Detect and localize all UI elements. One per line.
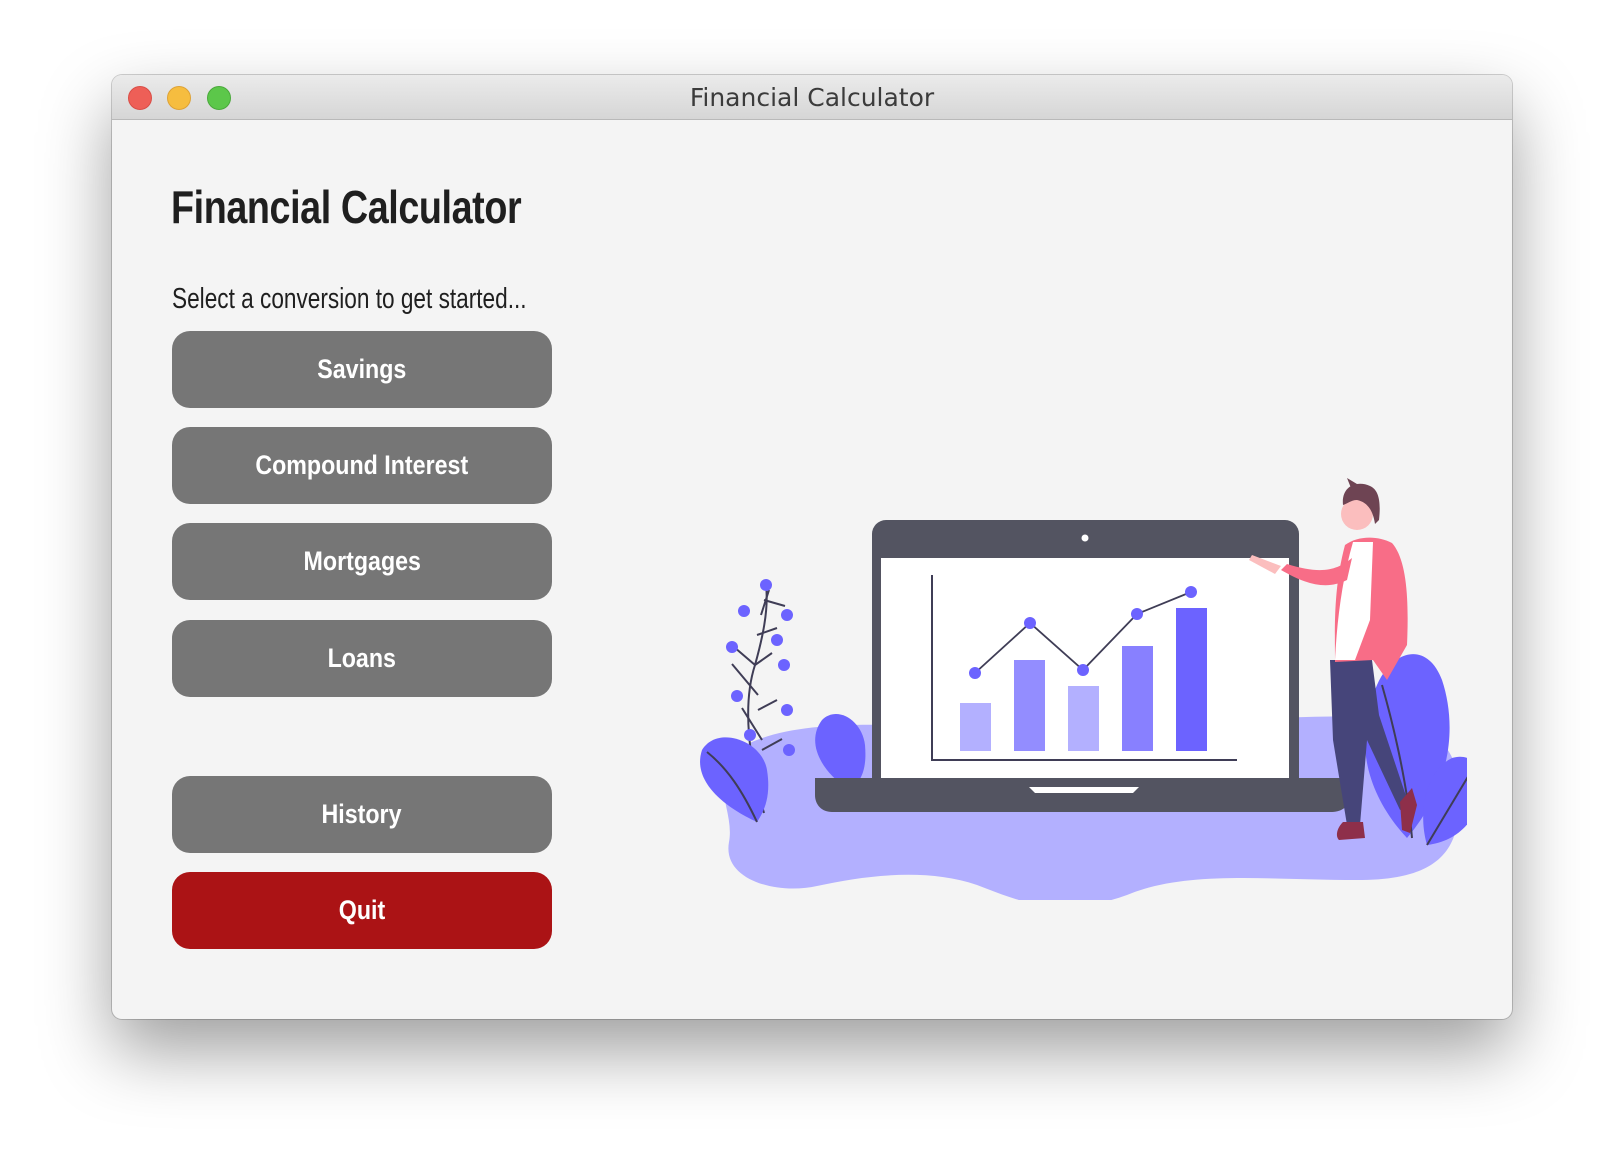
savings-button-label: Savings	[317, 354, 407, 384]
app-window: Financial Calculator Financial Calculato…	[112, 75, 1512, 1019]
window-titlebar[interactable]: Financial Calculator	[112, 75, 1512, 120]
savings-button[interactable]: Savings	[172, 331, 552, 408]
financial-chart-illustration	[700, 478, 1467, 900]
main-content: Financial Calculator Select a conversion…	[112, 120, 1512, 1019]
history-button-label: History	[321, 799, 403, 829]
quit-button-label: Quit	[338, 895, 386, 925]
compound-interest-button[interactable]: Compound Interest	[172, 427, 552, 504]
window-title: Financial Calculator	[689, 83, 935, 112]
history-button[interactable]: History	[172, 776, 552, 853]
loans-button-label: Loans	[327, 643, 397, 673]
mortgages-button[interactable]: Mortgages	[172, 523, 552, 600]
mortgages-button-label: Mortgages	[303, 546, 421, 576]
quit-button[interactable]: Quit	[172, 872, 552, 949]
compound-interest-button-label: Compound Interest	[255, 450, 469, 480]
page-title: Financial Calculator	[171, 181, 522, 233]
page-subtitle: Select a conversion to get started...	[172, 283, 527, 315]
loans-button[interactable]: Loans	[172, 620, 552, 697]
